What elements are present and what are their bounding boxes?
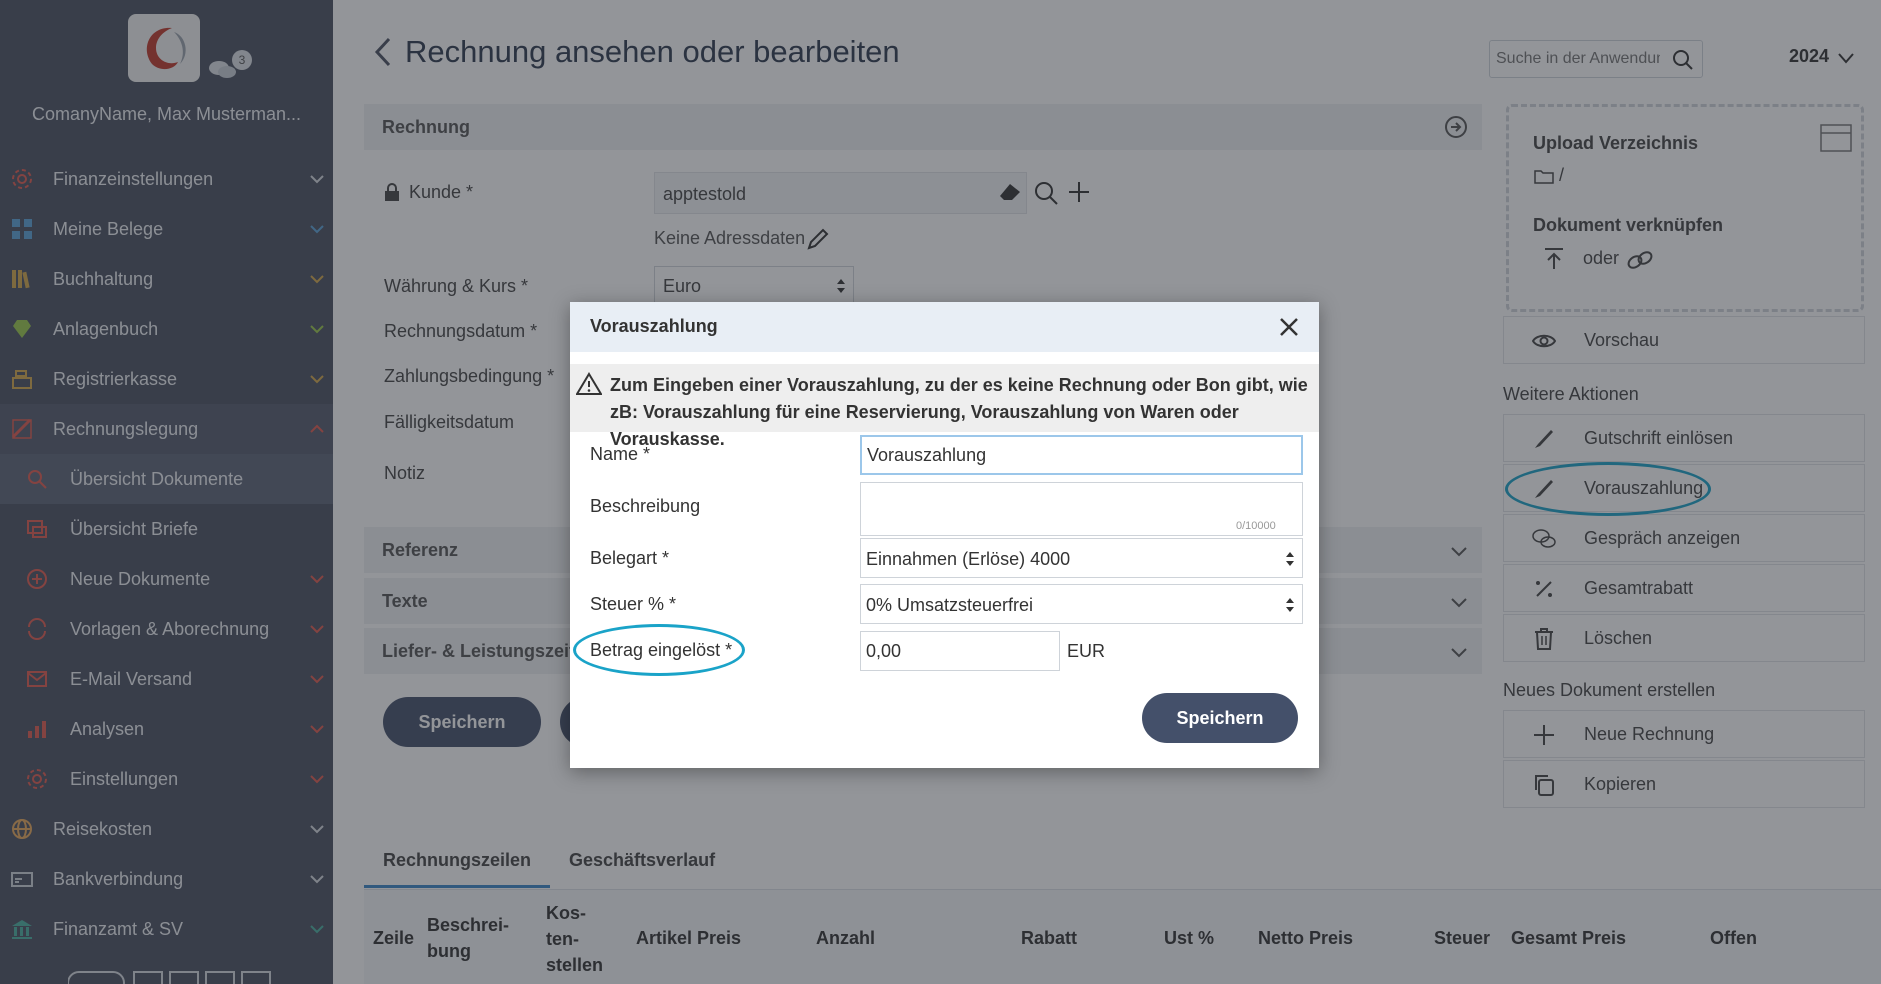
steuer-select[interactable]: 0% Umsatzsteuerfrei	[860, 584, 1303, 624]
sort-arrows-icon	[1286, 598, 1294, 612]
belegart-label: Belegart *	[590, 548, 670, 568]
steuer-label: Steuer % *	[590, 594, 677, 614]
vorauszahlung-dialog: Vorauszahlung Zum Eingeben einer Vorausz…	[570, 302, 1319, 768]
betrag-input[interactable]	[860, 631, 1060, 671]
currency-label: EUR	[1067, 641, 1106, 661]
sort-arrows-icon	[1286, 552, 1294, 566]
close-icon[interactable]	[1279, 317, 1299, 337]
steuer-value: 0% Umsatzsteuerfrei	[866, 595, 1034, 615]
belegart-select[interactable]: Einnahmen (Erlöse) 4000	[860, 538, 1303, 578]
warning-banner: Zum Eingeben einer Vorauszahlung, zu der…	[570, 364, 1319, 449]
beschreibung-label: Beschreibung	[590, 496, 701, 516]
annotation-circle-betrag	[573, 624, 745, 676]
warning-icon	[576, 372, 602, 395]
char-counter: 0/10000	[1236, 520, 1276, 532]
name-input[interactable]	[860, 435, 1303, 475]
save-button[interactable]: Speichern	[1142, 693, 1298, 743]
dialog-header: Vorauszahlung	[570, 302, 1319, 352]
belegart-value: Einnahmen (Erlöse) 4000	[866, 549, 1071, 569]
name-label: Name *	[590, 444, 651, 464]
dialog-title: Vorauszahlung	[590, 316, 718, 336]
